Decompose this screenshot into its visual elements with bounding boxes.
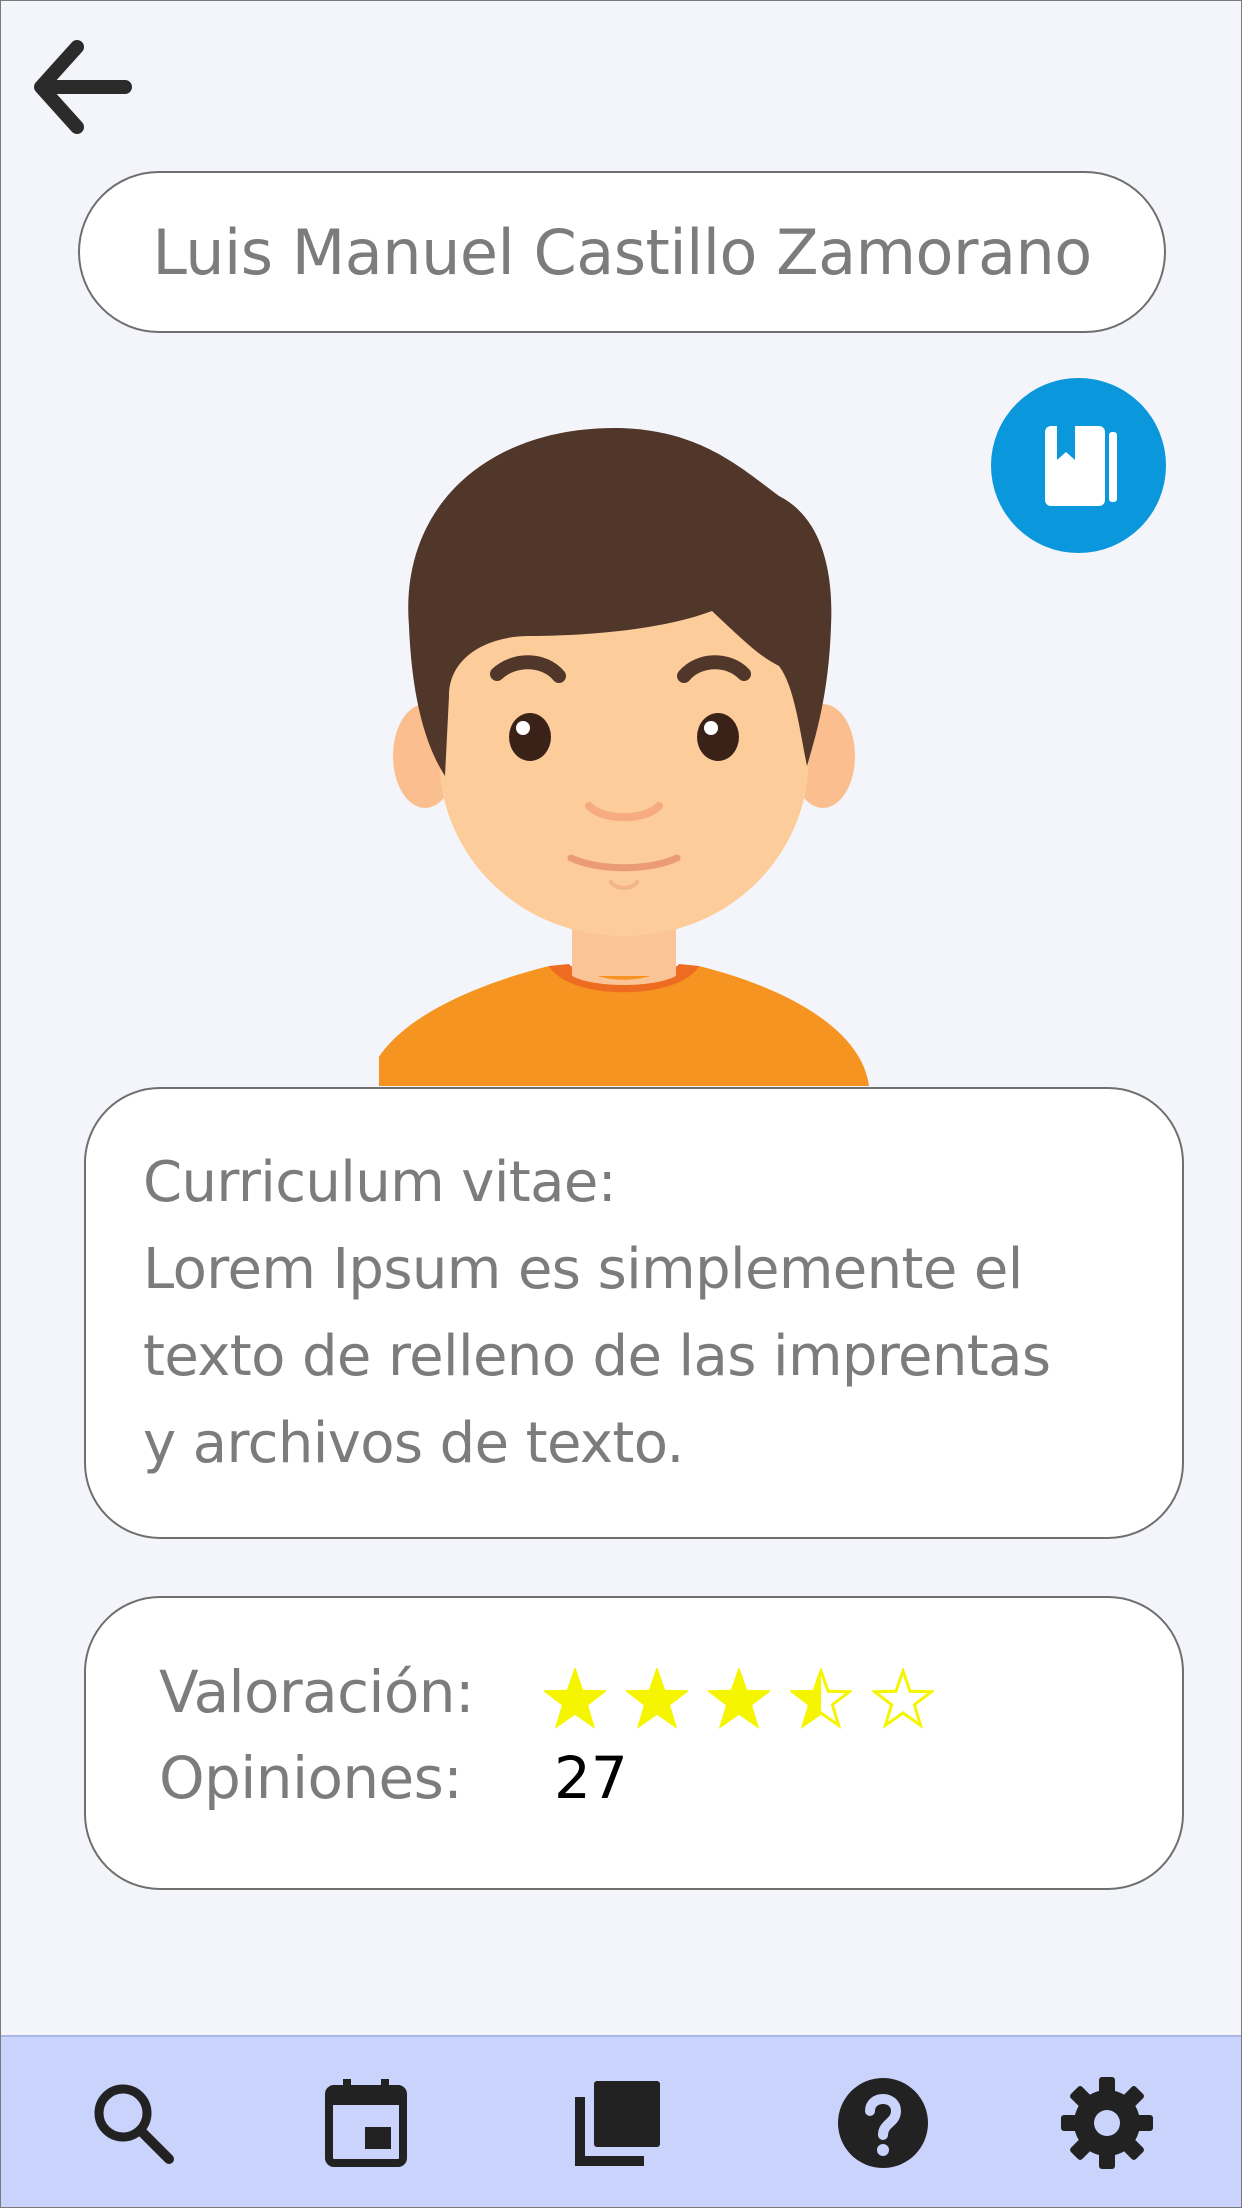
nav-calendar-button[interactable] bbox=[315, 2073, 415, 2173]
cv-button[interactable] bbox=[991, 378, 1166, 553]
arrow-left-icon bbox=[34, 40, 132, 134]
rating-card: Valoración: Opiniones: 27 bbox=[84, 1596, 1184, 1890]
cv-line-1: Lorem Ipsum es simplemente el bbox=[143, 1237, 1023, 1302]
library-icon bbox=[575, 2081, 660, 2166]
book-icon bbox=[1045, 426, 1117, 506]
calendar-icon bbox=[325, 2079, 407, 2167]
star-half-icon bbox=[790, 1668, 852, 1730]
nav-help-button[interactable] bbox=[833, 2073, 933, 2173]
back-button[interactable] bbox=[31, 37, 135, 137]
cv-line-2: texto de relleno de las imprentas bbox=[143, 1324, 1051, 1389]
opinions-label: Opiniones: bbox=[159, 1744, 463, 1812]
cv-line-3: y archivos de texto. bbox=[143, 1411, 684, 1476]
nav-search-button[interactable] bbox=[83, 2073, 183, 2173]
profile-name: Luis Manuel Castillo Zamorano bbox=[152, 215, 1092, 289]
rating-label: Valoración: bbox=[159, 1658, 475, 1726]
star-icon bbox=[544, 1668, 606, 1730]
opinions-count: 27 bbox=[554, 1744, 628, 1812]
help-icon bbox=[838, 2078, 928, 2168]
profile-name-box: Luis Manuel Castillo Zamorano bbox=[78, 171, 1166, 333]
nav-settings-button[interactable] bbox=[1057, 2073, 1157, 2173]
nav-library-button[interactable] bbox=[566, 2073, 666, 2173]
star-icon bbox=[708, 1668, 770, 1730]
avatar bbox=[367, 426, 869, 1086]
cv-card: Curriculum vitae: Lorem Ipsum es simplem… bbox=[84, 1087, 1184, 1539]
search-icon bbox=[94, 2084, 174, 2164]
bottom-nav-bar bbox=[1, 2035, 1241, 2207]
rating-stars bbox=[544, 1668, 934, 1730]
star-icon bbox=[626, 1668, 688, 1730]
star-empty-icon bbox=[872, 1668, 934, 1730]
cv-heading: Curriculum vitae: bbox=[143, 1150, 617, 1215]
profile-screen: Luis Manuel Castillo Zamorano Curriculum… bbox=[0, 0, 1242, 2208]
gear-icon bbox=[1061, 2077, 1153, 2169]
